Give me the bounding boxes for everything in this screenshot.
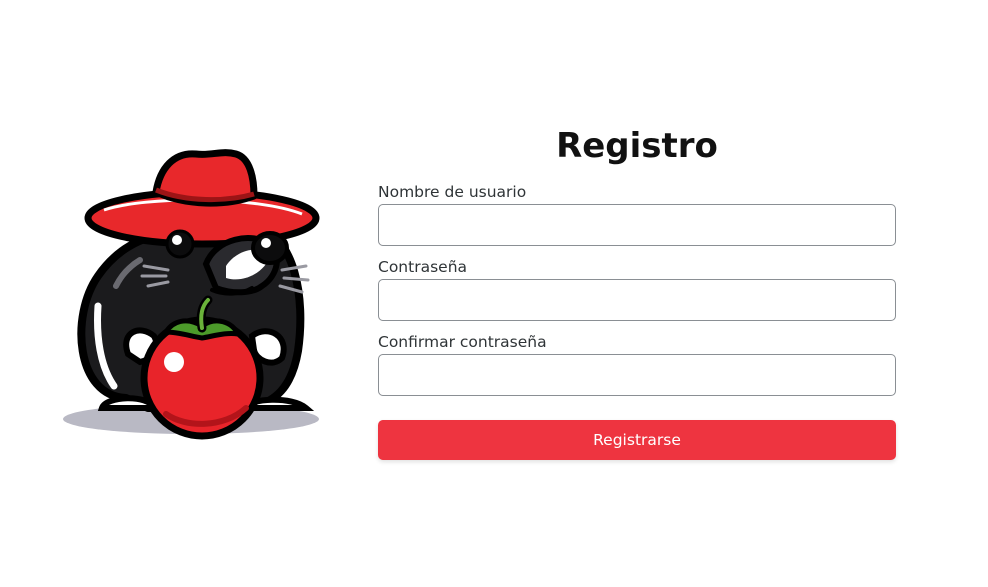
username-input[interactable]: [378, 204, 896, 246]
mole-eye-shine: [172, 235, 182, 245]
confirm-password-label: Confirmar contraseña: [378, 333, 547, 351]
password-label: Contraseña: [378, 258, 468, 276]
mole-nose-shine: [261, 238, 271, 248]
register-page: Registro Nombre de usuario Contraseña Co…: [0, 0, 988, 587]
register-form: Registro Nombre de usuario Contraseña Co…: [378, 120, 896, 460]
password-input[interactable]: [378, 279, 896, 321]
username-label: Nombre de usuario: [378, 183, 527, 201]
mole-nose: [251, 231, 289, 265]
confirm-password-input[interactable]: [378, 354, 896, 396]
mascot-illustration: [63, 149, 320, 440]
register-button[interactable]: Registrarse: [378, 420, 896, 460]
tomato-shine: [164, 352, 184, 372]
page-title: Registro: [556, 126, 718, 166]
